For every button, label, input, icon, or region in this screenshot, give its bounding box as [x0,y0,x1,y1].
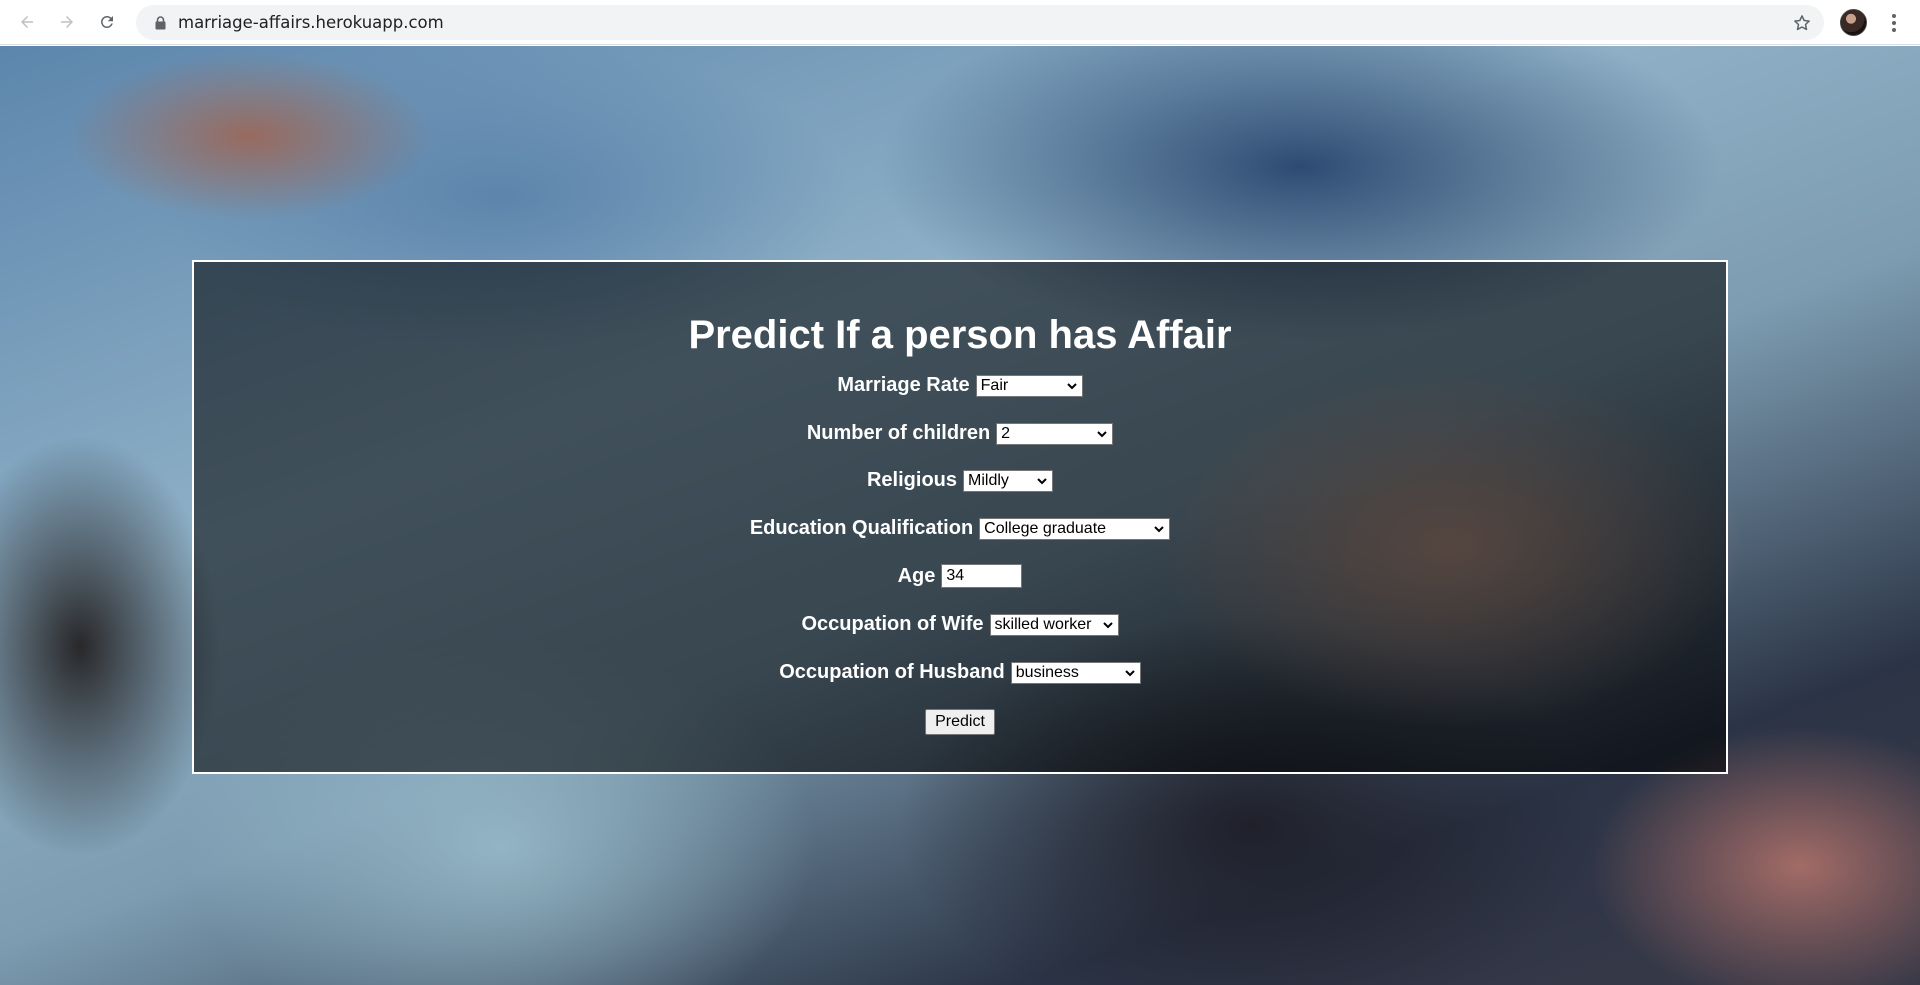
religious-value: Mildly [968,471,1009,489]
husband-occupation-label: Occupation of Husband [779,661,1005,683]
age-value: 34 [946,567,965,584]
chevron-down-icon [1154,525,1164,532]
marriage-rate-row: Marriage Rate Fair [194,374,1726,397]
profile-avatar[interactable] [1840,9,1867,36]
chevron-down-icon [1066,382,1077,389]
chevron-down-icon [1097,430,1107,437]
age-label: Age [897,564,936,587]
page-title: Predict If a person has Affair [688,313,1232,357]
religious-row: Religious Mildly [194,469,1726,492]
husband-occupation-row: Occupation of Husband business [194,661,1726,684]
age-row: Age 34 [194,564,1726,588]
kebab-menu-icon[interactable] [1884,12,1904,34]
chevron-down-icon [1037,477,1047,484]
predict-button[interactable]: Predict [925,709,995,735]
arrow-left-icon[interactable] [15,10,39,34]
children-value: 2 [1001,424,1011,442]
religious-label: Religious [866,469,957,491]
reload-icon[interactable] [95,10,119,34]
submit-row: Predict [194,709,1726,735]
education-value: College graduate [984,519,1107,537]
chevron-down-icon [1102,621,1113,628]
wife-occupation-row: Occupation of Wife skilled worker [194,613,1726,636]
url-text[interactable]: marriage-affairs.herokuapp.com [178,13,444,32]
children-label: Number of children [806,422,991,444]
education-row: Education Qualification College graduate [194,517,1726,540]
address-bar[interactable]: marriage-affairs.herokuapp.com [136,5,1824,40]
lock-icon[interactable] [152,15,168,31]
marriage-rate-label: Marriage Rate [837,374,970,396]
marriage-rate-select[interactable]: Fair [975,374,1083,397]
husband-occupation-select[interactable]: business [1010,661,1141,684]
education-label: Education Qualification [749,517,974,539]
children-row: Number of children 2 [194,422,1726,445]
wife-occupation-label: Occupation of Wife [801,613,984,635]
children-select[interactable]: 2 [996,422,1114,445]
chevron-down-icon [1125,669,1135,676]
wife-occupation-value: skilled worker [994,615,1092,633]
husband-occupation-value: business [1015,663,1079,681]
page-background: Predict If a person has Affair Marriage … [0,46,1920,985]
star-icon[interactable] [1792,13,1812,33]
marriage-rate-value: Fair [980,376,1009,394]
browser-toolbar: marriage-affairs.herokuapp.com [0,0,1920,45]
education-select[interactable]: College graduate [979,517,1171,540]
prediction-form: Predict If a person has Affair Marriage … [192,260,1728,774]
arrow-right-icon[interactable] [55,10,79,34]
wife-occupation-select[interactable]: skilled worker [989,613,1119,636]
religious-select[interactable]: Mildly [963,469,1053,492]
age-input[interactable]: 34 [941,564,1023,588]
